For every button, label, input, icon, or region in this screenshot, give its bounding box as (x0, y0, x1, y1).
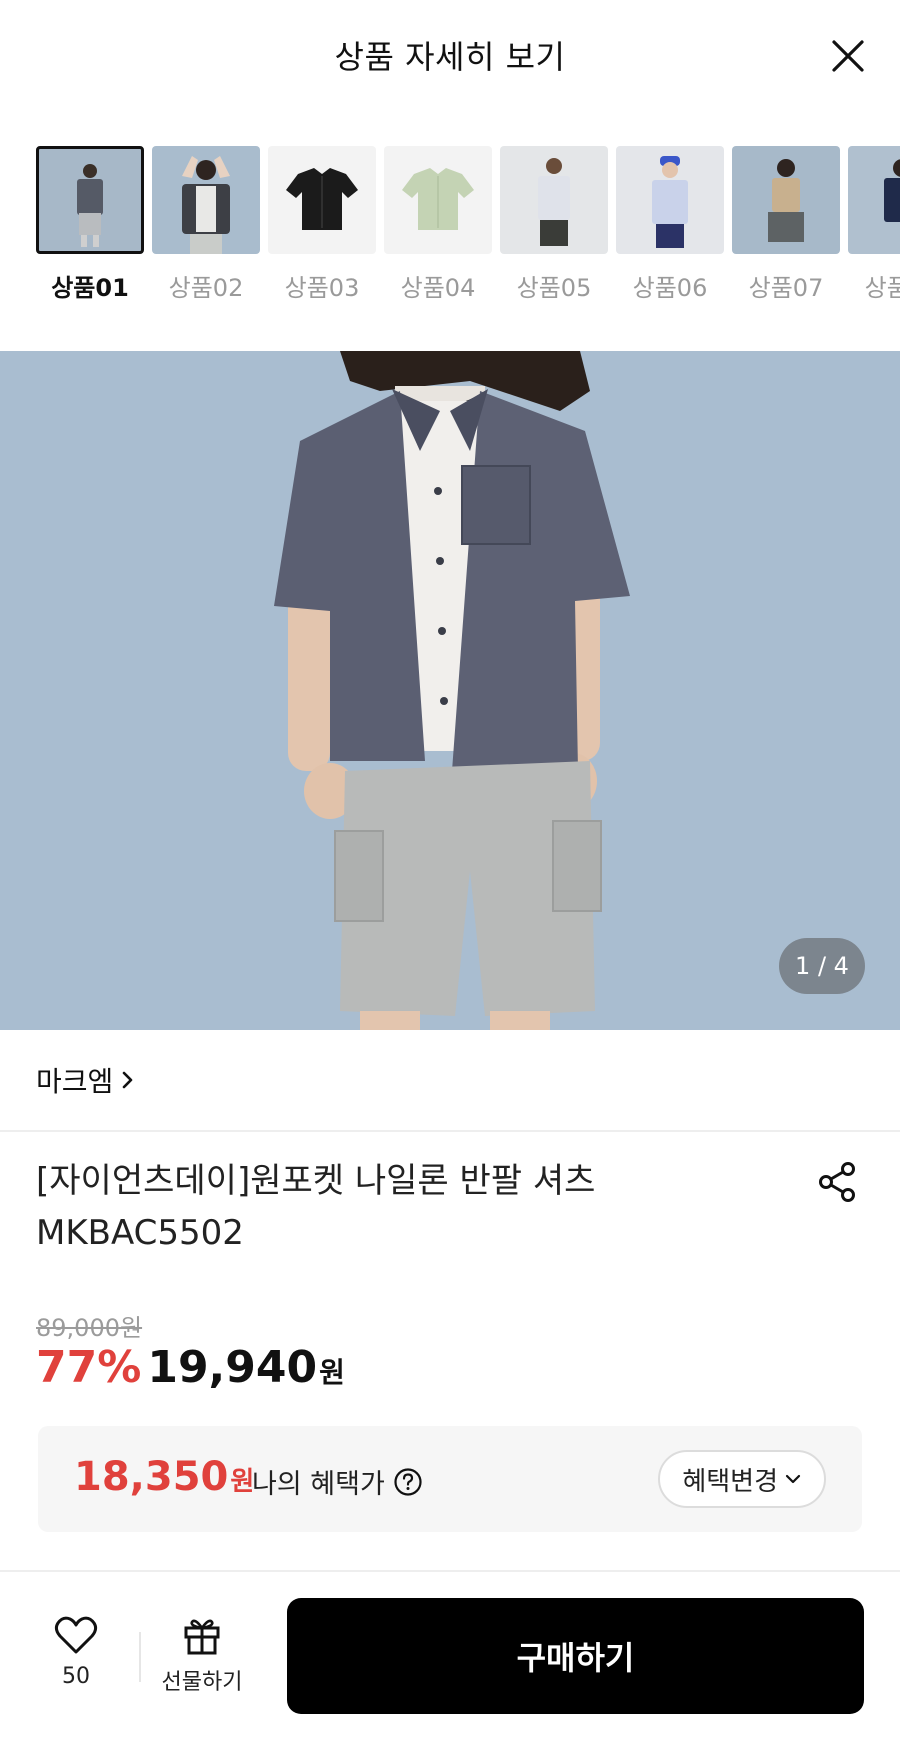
product-title-line1: [자이언츠데이]원포켓 나일론 반팔 셔츠 (36, 1161, 596, 1201)
thumbnail-image (732, 146, 840, 254)
thumbnail-label: 상품07 (748, 274, 824, 302)
thumbnail-item-08[interactable]: 상품08 (848, 146, 900, 303)
thumbnail-item-01[interactable]: 상품01 (36, 146, 144, 303)
heart-icon (54, 1616, 98, 1654)
thumbnail-image (616, 146, 724, 254)
thumbnail-strip[interactable]: 상품01 상품02 상품03 상품04 상품05 상품06 상품07 상품 (0, 146, 900, 306)
close-icon[interactable] (826, 34, 870, 78)
like-button[interactable]: 50 (44, 1614, 108, 1689)
benefit-label: 나의 혜택가 (252, 1469, 385, 1500)
gift-label: 선물하기 (161, 1670, 243, 1695)
page-title: 상품 자세히 보기 (334, 38, 566, 76)
product-hero-image[interactable]: 1 / 4 (0, 351, 900, 1030)
header: 상품 자세히 보기 (0, 0, 900, 112)
image-counter: 1 / 4 (779, 938, 865, 994)
thumbnail-label: 상품08 (864, 274, 900, 302)
product-title-line2: MKBAC5502 (36, 1213, 244, 1253)
question-circle-icon[interactable] (393, 1467, 423, 1497)
sale-price-row: 77% 19,940 원 (36, 1342, 345, 1393)
thumbnail-image (384, 146, 492, 254)
thumbnail-image (36, 146, 144, 254)
discount-rate: 77% (36, 1342, 142, 1393)
benefit-label-group: 나의 혜택가 (252, 1462, 423, 1501)
thumbnail-label: 상품05 (516, 274, 592, 302)
share-icon[interactable] (816, 1160, 860, 1204)
sale-price: 19,940 (147, 1342, 318, 1393)
buy-button[interactable]: 구매하기 (287, 1598, 864, 1714)
thumbnail-image (268, 146, 376, 254)
gift-icon (184, 1619, 220, 1655)
brand-name: 마크엠 (36, 1065, 114, 1098)
thumbnail-item-05[interactable]: 상품05 (500, 146, 608, 303)
thumbnail-label: 상품04 (400, 274, 476, 302)
benefit-amount: 18,350 (74, 1454, 229, 1500)
like-count: 50 (62, 1664, 90, 1689)
thumbnail-label: 상품02 (168, 274, 244, 302)
brand-link[interactable]: 마크엠 (36, 1060, 135, 1100)
thumbnail-image (500, 146, 608, 254)
bottom-action-bar: 50 선물하기 구매하기 (0, 1572, 900, 1741)
original-price: 89,000원 (36, 1314, 143, 1342)
benefit-price-box: 18,350 원 나의 혜택가 혜택변경 (38, 1426, 862, 1532)
thumbnail-item-07[interactable]: 상품07 (732, 146, 840, 303)
bottom-bar-separator (139, 1632, 141, 1682)
chevron-right-icon (122, 1071, 133, 1089)
thumbnail-label: 상품03 (284, 274, 360, 302)
benefit-unit: 원 (230, 1467, 255, 1497)
product-photo (0, 351, 900, 1030)
thumbnail-item-02[interactable]: 상품02 (152, 146, 260, 303)
thumbnail-image (848, 146, 900, 254)
change-benefit-label: 혜택변경 (682, 1466, 778, 1497)
chevron-down-icon (785, 1474, 801, 1484)
thumbnail-label: 상품01 (51, 274, 129, 302)
section-divider (0, 1130, 900, 1132)
thumbnail-item-06[interactable]: 상품06 (616, 146, 724, 303)
thumbnail-item-04[interactable]: 상품04 (384, 146, 492, 303)
gift-button[interactable]: 선물하기 (160, 1614, 244, 1696)
benefit-price: 18,350 원 (74, 1454, 254, 1500)
thumbnail-image (152, 146, 260, 254)
thumbnail-item-03[interactable]: 상품03 (268, 146, 376, 303)
sale-price-unit: 원 (319, 1356, 345, 1389)
thumbnail-label: 상품06 (632, 274, 708, 302)
change-benefit-button[interactable]: 혜택변경 (658, 1450, 826, 1508)
